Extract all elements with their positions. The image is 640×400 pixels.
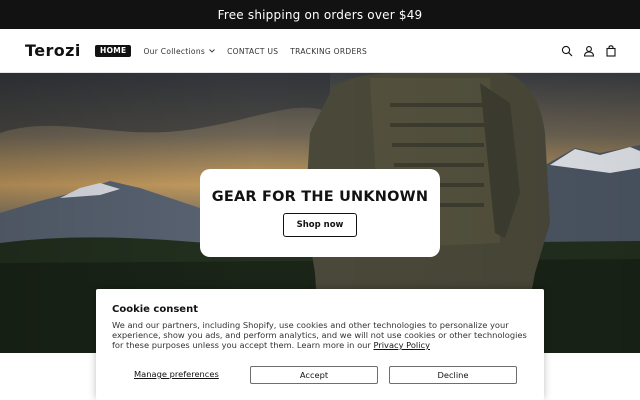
nav-our-collections[interactable]: Our Collections [143, 45, 215, 57]
announcement-text: Free shipping on orders over $49 [217, 7, 423, 22]
cart-icon[interactable] [604, 44, 618, 58]
announcement-bar: Free shipping on orders over $49 [0, 0, 640, 29]
hero-card: GEAR FOR THE UNKNOWN Shop now [200, 169, 440, 257]
cookie-body-text: We and our partners, including Shopify, … [112, 320, 527, 350]
logo[interactable]: Terozi [25, 41, 81, 60]
header-icons [552, 44, 618, 58]
decline-button[interactable]: Decline [389, 366, 517, 384]
nav-home[interactable]: HOME [95, 45, 132, 57]
nav-tracking-orders[interactable]: TRACKING ORDERS [290, 45, 367, 57]
main-nav: HOME Our Collections CONTACT US TRACKING… [95, 45, 379, 57]
cookie-title: Cookie consent [112, 304, 198, 315]
nav-our-collections-label: Our Collections [143, 46, 206, 56]
hero-title: GEAR FOR THE UNKNOWN [211, 189, 429, 205]
nav-contact-us[interactable]: CONTACT US [227, 45, 278, 57]
cookie-consent-dialog: Cookie consent We and our partners, incl… [96, 289, 544, 400]
account-icon[interactable] [582, 44, 596, 58]
accept-button[interactable]: Accept [250, 366, 378, 384]
cookie-body: We and our partners, including Shopify, … [112, 320, 532, 350]
privacy-policy-link[interactable]: Privacy Policy [373, 340, 430, 350]
search-icon[interactable] [560, 44, 574, 58]
site-header: Terozi HOME Our Collections CONTACT US T… [0, 29, 640, 73]
shop-now-button[interactable]: Shop now [283, 213, 357, 237]
cookie-actions: Manage preferences Accept Decline [112, 366, 528, 384]
chevron-down-icon [209, 49, 215, 53]
manage-preferences-link[interactable]: Manage preferences [134, 369, 219, 379]
